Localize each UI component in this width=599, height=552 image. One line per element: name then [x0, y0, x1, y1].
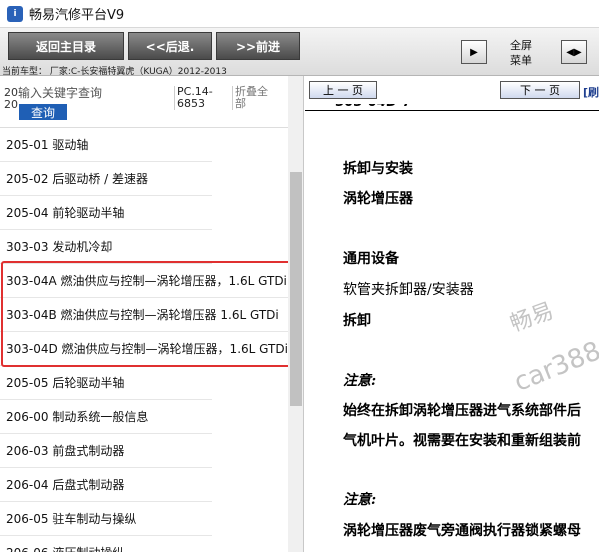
list-item[interactable]: 205-02 后驱动桥 / 差速器: [0, 162, 212, 196]
doc-divider: [305, 110, 599, 111]
list-item[interactable]: 303-03 发动机冷却: [0, 230, 212, 264]
list-item[interactable]: 303-04B 燃油供应与控制—涡轮增压器 1.6L GTDi: [0, 298, 288, 332]
app-logo-icon: i: [7, 5, 23, 22]
doc-note-label: 注意:: [343, 492, 377, 508]
row-number: 20: [4, 98, 18, 111]
catalog-sidebar: 20 20 查询 PC.14-6853 折叠全部 205-01 驱动轴 205-…: [0, 76, 304, 552]
arrows-split-icon: ◀▶: [566, 46, 582, 58]
fullscreen-menu-label[interactable]: 全屏 菜单: [503, 38, 539, 68]
prev-page-button[interactable]: 上 一 页: [309, 81, 377, 99]
refresh-link[interactable]: [刷新: [583, 84, 599, 100]
doc-nav-bar: 上 一 页 下 一 页 [刷新: [305, 76, 599, 104]
scroll-thumb[interactable]: [290, 172, 302, 406]
expand-panel-button[interactable]: ◀▶: [561, 40, 587, 64]
collapse-panel-button[interactable]: ▶: [461, 40, 487, 64]
arrow-right-icon: ▶: [470, 46, 478, 58]
collapse-all-link[interactable]: 折叠全部: [232, 86, 272, 110]
doc-heading: 涡轮增压器: [343, 191, 413, 207]
document-view: 303-04D-7 上 一 页 下 一 页 [刷新 拆卸与安装 涡轮增压器 通用…: [305, 76, 599, 552]
title-bar: i 畅易汽修平台V9: [0, 0, 599, 28]
doc-text-line: 涡轮增压器废气旁通阀执行器锁紧螺母: [343, 523, 581, 539]
pc-code: PC.14-6853: [174, 86, 228, 110]
search-input[interactable]: [18, 84, 168, 102]
search-button[interactable]: 查询: [19, 104, 67, 120]
window-title: 畅易汽修平台V9: [29, 8, 125, 23]
doc-heading: 拆卸与安装: [343, 161, 413, 177]
doc-subheading: 拆卸: [343, 313, 371, 329]
list-item[interactable]: 205-05 后轮驱动半轴: [0, 366, 212, 400]
toolbar: 返回主目录 <<后退. >>前进 当前车型： 厂家:C-长安福特翼虎（KUGA）…: [0, 28, 599, 77]
doc-note-label: 注意:: [343, 373, 377, 389]
doc-text-line: 气机叶片。视需要在安装和重新组装前: [343, 433, 581, 449]
doc-subheading: 通用设备: [343, 251, 399, 267]
search-area: 20 20 查询 PC.14-6853 折叠全部: [0, 76, 288, 128]
list-item[interactable]: 303-04A 燃油供应与控制—涡轮增压器，1.6L GTDi: [0, 264, 288, 298]
list-item[interactable]: 206-00 制动系统一般信息: [0, 400, 212, 434]
list-item[interactable]: 206-03 前盘式制动器: [0, 434, 212, 468]
next-page-button[interactable]: 下 一 页: [500, 81, 580, 99]
list-item[interactable]: 205-01 驱动轴: [0, 128, 212, 162]
doc-text-line: 软管夹拆卸器/安装器: [343, 282, 474, 298]
chapter-list: 205-01 驱动轴 205-02 后驱动桥 / 差速器 205-04 前轮驱动…: [0, 128, 288, 552]
list-item[interactable]: 205-04 前轮驱动半轴: [0, 196, 212, 230]
back-button[interactable]: <<后退.: [128, 32, 212, 60]
list-item[interactable]: 303-04D 燃油供应与控制—涡轮增压器，1.6L GTDi: [0, 332, 288, 366]
doc-text-line: 始终在拆卸涡轮增压器进气系统部件后: [343, 403, 581, 419]
list-item[interactable]: 206-04 后盘式制动器: [0, 468, 212, 502]
forward-button[interactable]: >>前进: [216, 32, 300, 60]
list-item[interactable]: 206-06 液压制动操纵: [0, 536, 212, 552]
list-item[interactable]: 206-05 驻车制动与操纵: [0, 502, 212, 536]
home-button[interactable]: 返回主目录: [8, 32, 124, 60]
sidebar-scrollbar[interactable]: [288, 76, 303, 552]
